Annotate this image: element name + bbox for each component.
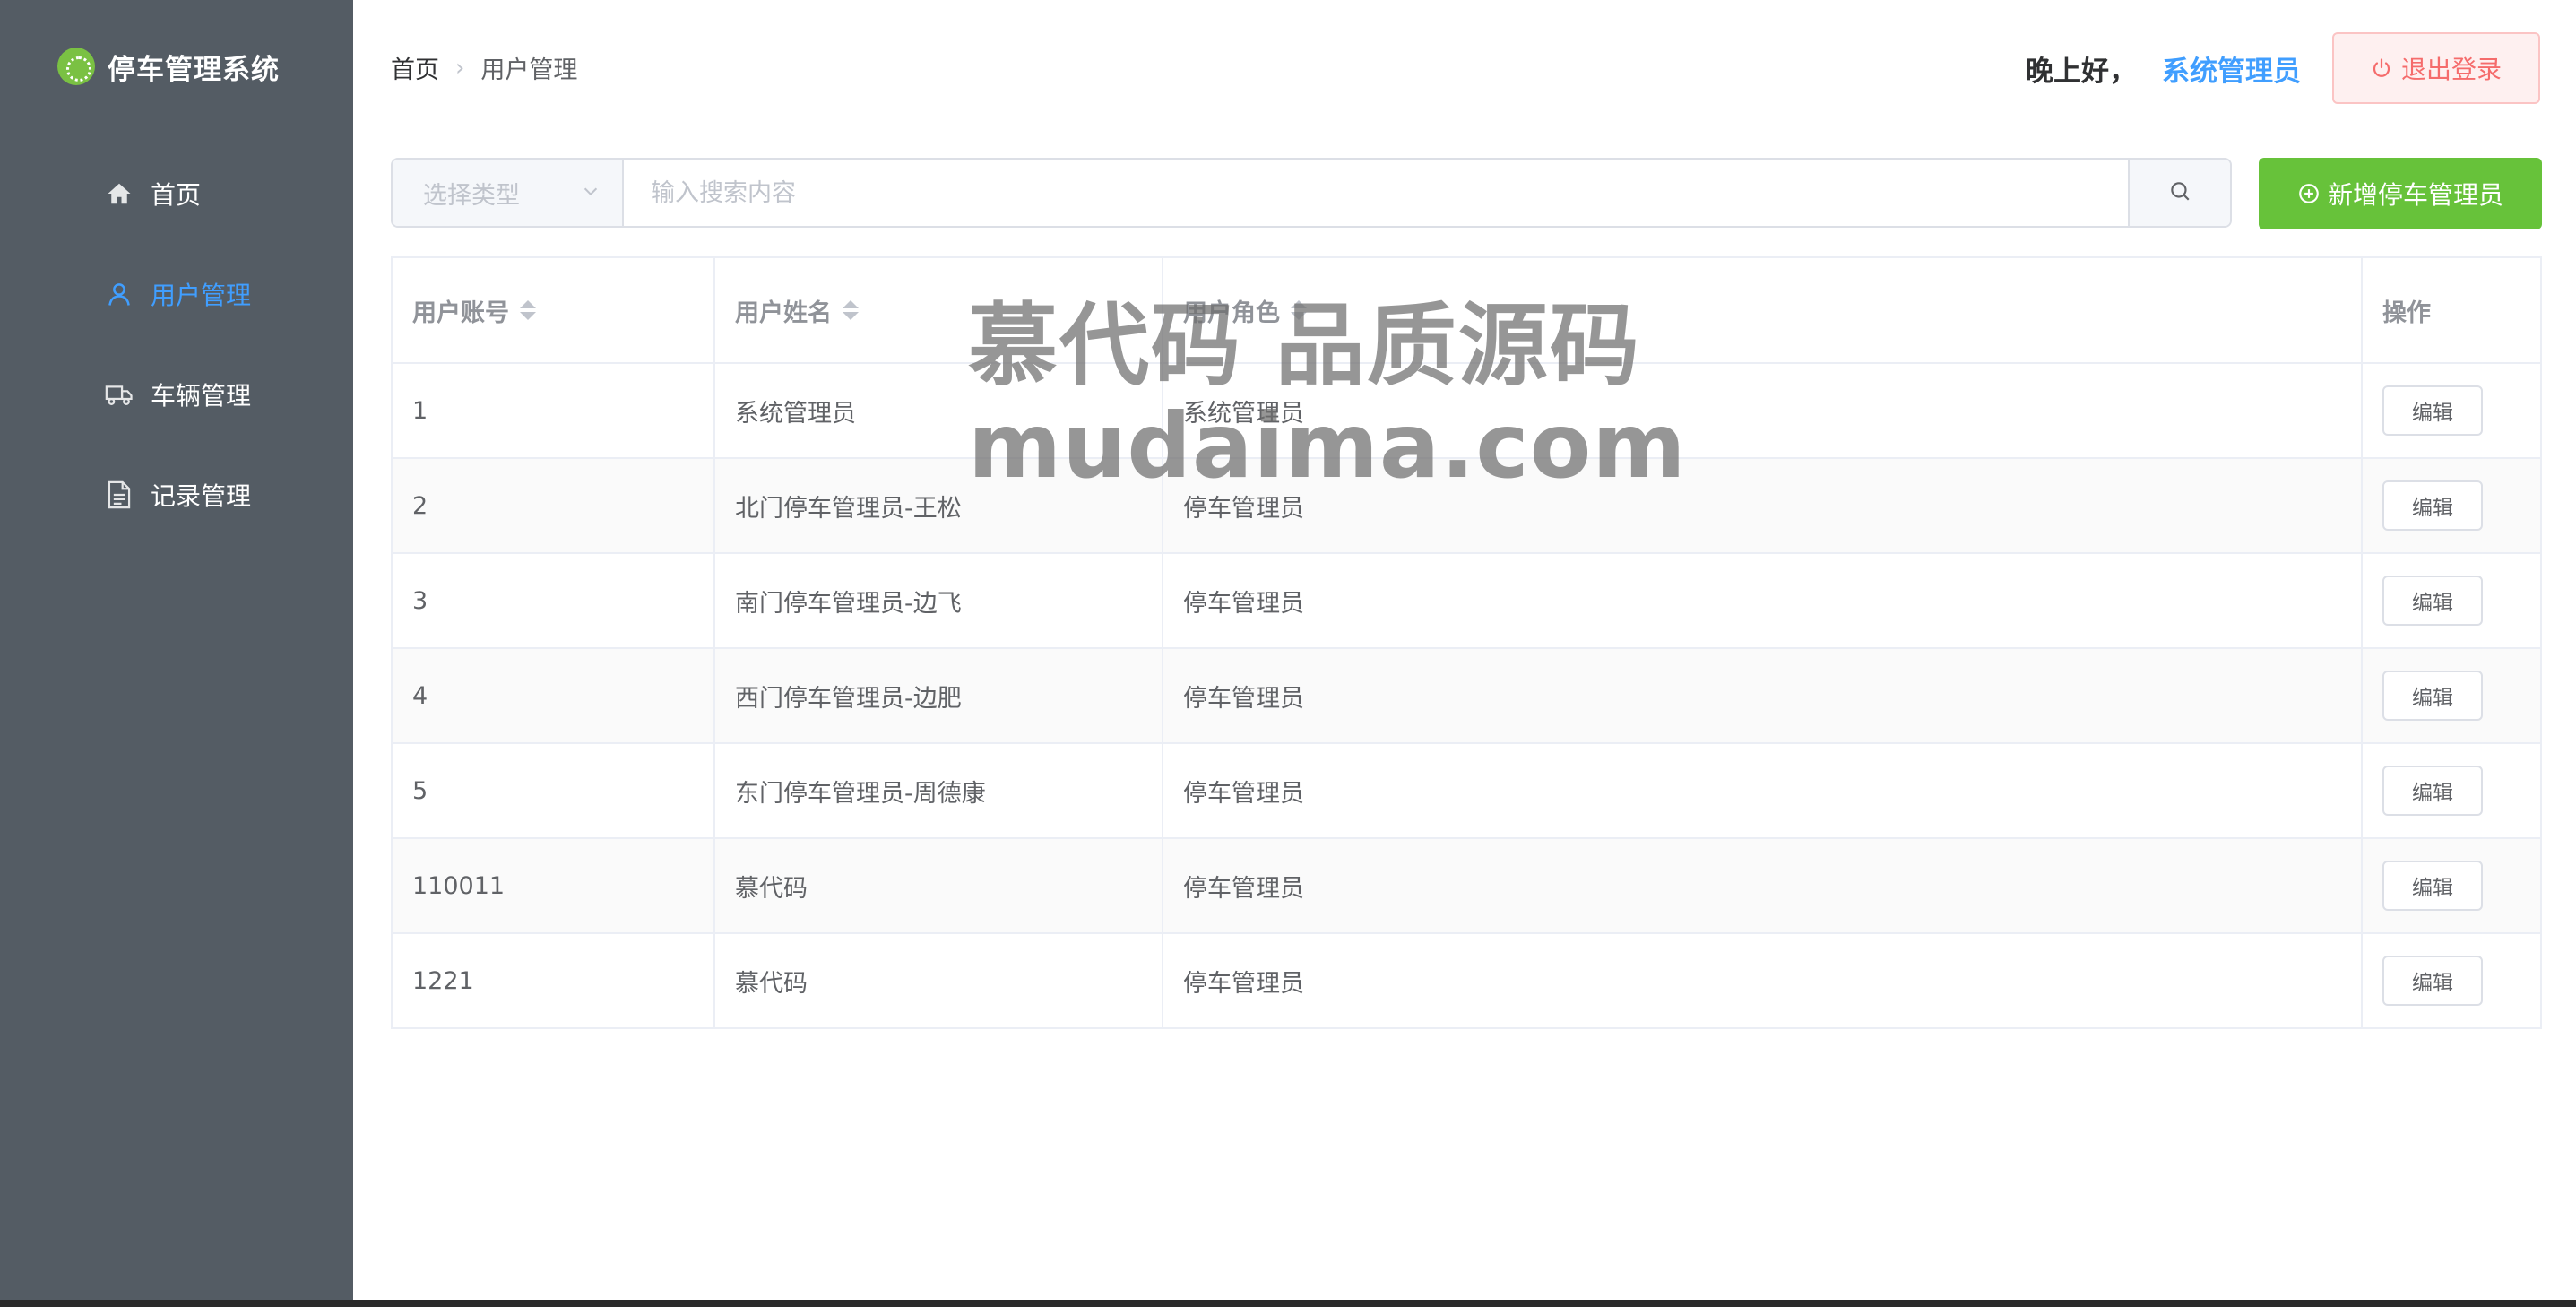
document-icon [104,480,134,510]
edit-button[interactable]: 编辑 [2382,576,2483,626]
chevron-right-icon: › [455,54,465,82]
cell-name: 北门停车管理员-王松 [715,459,1163,552]
cell-account: 1 [393,364,715,457]
type-select[interactable]: 选择类型 [393,160,624,226]
logout-label: 退出登录 [2400,55,2502,84]
table-row: 3 南门停车管理员-边飞 停车管理员 编辑 [393,554,2542,649]
type-select-placeholder: 选择类型 [423,181,520,210]
edit-button[interactable]: 编辑 [2382,956,2483,1006]
truck-icon [104,379,134,410]
header: 首页 › 用户管理 晚上好， 系统管理员 退出登录 [353,0,2576,134]
cell-name: 南门停车管理员-边飞 [715,554,1163,647]
edit-button[interactable]: 编辑 [2382,385,2483,436]
table-row: 1 系统管理员 系统管理员 编辑 [393,364,2542,459]
cell-role: 系统管理员 [1163,364,2363,457]
cell-name: 慕代码 [715,839,1163,932]
column-header-label: 用户角色 [1183,299,1280,327]
breadcrumb: 首页 › 用户管理 [391,50,577,85]
cell-account: 110011 [393,839,715,932]
sidebar: 停车管理系统 首页 用户管理 车辆管理 记录管理 [0,0,353,1307]
plus-circle-icon [2297,182,2321,205]
brand: 停车管理系统 [57,45,280,88]
logo-icon [57,48,95,85]
cell-role: 停车管理员 [1163,839,2363,932]
cell-role: 停车管理员 [1163,554,2363,647]
bottom-border [0,1300,2576,1307]
user-icon [104,279,134,309]
cell-actions: 编辑 [2363,649,2542,742]
sidebar-item-users[interactable]: 用户管理 [0,244,353,344]
cell-name: 东门停车管理员-周德康 [715,744,1163,837]
cell-actions: 编辑 [2363,839,2542,932]
column-header-label: 操作 [2382,299,2431,327]
edit-button[interactable]: 编辑 [2382,766,2483,816]
cell-name: 系统管理员 [715,364,1163,457]
sort-icon[interactable] [843,300,859,320]
search-button[interactable] [2128,160,2230,226]
add-parking-admin-button[interactable]: 新增停车管理员 [2259,158,2542,229]
sidebar-item-label: 车辆管理 [151,381,252,411]
power-icon [2371,57,2392,79]
table-row: 5 东门停车管理员-周德康 停车管理员 编辑 [393,744,2542,839]
chevron-down-icon [581,181,601,204]
table-row: 110011 慕代码 停车管理员 编辑 [393,839,2542,934]
sidebar-item-records[interactable]: 记录管理 [0,445,353,545]
search-input[interactable] [624,160,2128,226]
column-header-account[interactable]: 用户账号 [393,258,715,362]
edit-button[interactable]: 编辑 [2382,671,2483,721]
cell-actions: 编辑 [2363,554,2542,647]
column-header-label: 用户账号 [412,299,509,327]
column-header-label: 用户姓名 [735,299,832,327]
cell-account: 5 [393,744,715,837]
cell-account: 2 [393,459,715,552]
table-row: 2 北门停车管理员-王松 停车管理员 编辑 [393,459,2542,554]
current-username[interactable]: 系统管理员 [2162,48,2301,89]
sidebar-menu: 首页 用户管理 车辆管理 记录管理 [0,143,353,545]
cell-actions: 编辑 [2363,934,2542,1027]
table-row: 1221 慕代码 停车管理员 编辑 [393,934,2542,1029]
cell-role: 停车管理员 [1163,934,2363,1027]
sidebar-item-label: 首页 [151,180,202,210]
sort-icon[interactable] [520,300,536,320]
column-header-name[interactable]: 用户姓名 [715,258,1163,362]
brand-title: 停车管理系统 [108,53,280,86]
cell-account: 3 [393,554,715,647]
greeting: 晚上好， 系统管理员 [2026,48,2301,89]
sidebar-item-label: 用户管理 [151,281,252,310]
edit-button[interactable]: 编辑 [2382,480,2483,531]
cell-role: 停车管理员 [1163,744,2363,837]
cell-role: 停车管理员 [1163,649,2363,742]
column-header-role[interactable]: 用户角色 [1163,258,2363,362]
search-bar: 选择类型 [391,158,2232,228]
users-table: 用户账号 用户姓名 用户角色 操作 1 系统管理员 系统管理员 编辑 2 北门停… [391,256,2542,1029]
table-header: 用户账号 用户姓名 用户角色 操作 [393,258,2542,364]
add-button-label: 新增停车管理员 [2327,180,2503,210]
column-header-actions: 操作 [2363,258,2542,362]
cell-name: 慕代码 [715,934,1163,1027]
breadcrumb-home[interactable]: 首页 [391,50,439,85]
breadcrumb-current: 用户管理 [480,56,578,84]
edit-button[interactable]: 编辑 [2382,861,2483,911]
sidebar-item-vehicles[interactable]: 车辆管理 [0,344,353,445]
greeting-text: 晚上好， [2026,56,2137,88]
cell-role: 停车管理员 [1163,459,2363,552]
table-row: 4 西门停车管理员-边肥 停车管理员 编辑 [393,649,2542,744]
cell-actions: 编辑 [2363,364,2542,457]
sort-icon[interactable] [1291,300,1307,320]
cell-name: 西门停车管理员-边肥 [715,649,1163,742]
cell-actions: 编辑 [2363,744,2542,837]
sidebar-item-home[interactable]: 首页 [0,143,353,244]
cell-actions: 编辑 [2363,459,2542,552]
cell-account: 1221 [393,934,715,1027]
home-icon [104,178,134,209]
cell-account: 4 [393,649,715,742]
logout-button[interactable]: 退出登录 [2332,32,2540,104]
search-icon [2168,179,2191,206]
sidebar-item-label: 记录管理 [151,481,252,511]
